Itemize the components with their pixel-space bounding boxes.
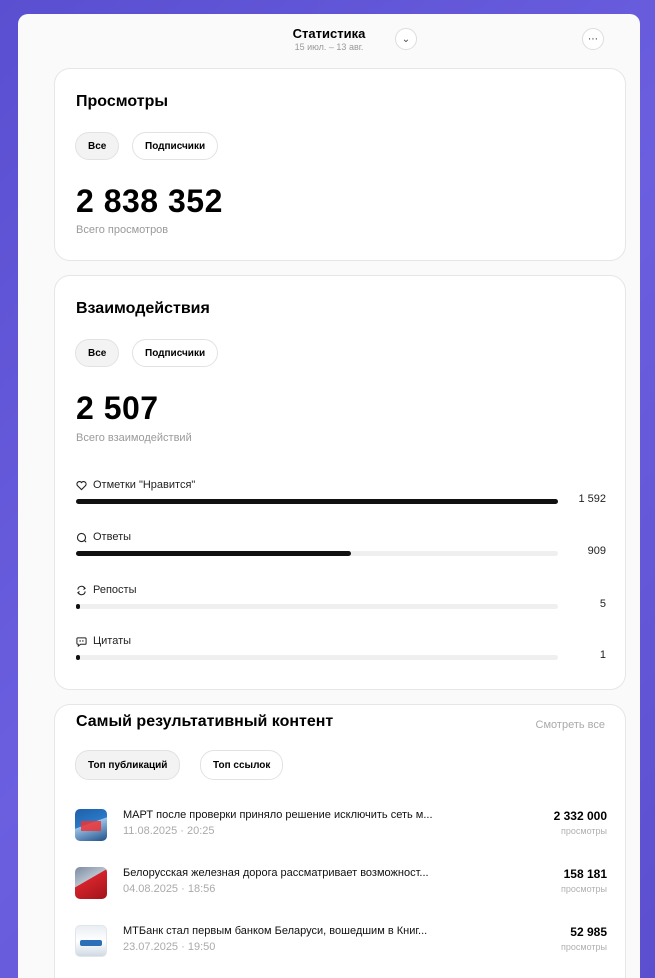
metric-value: 909	[587, 545, 606, 557]
interactions-caption: Всего взаимодействий	[76, 432, 192, 444]
post-count: 158 181	[563, 867, 607, 881]
metric-label: Отметки "Нравится"	[93, 479, 196, 491]
header: Статистика 15 июл. – 13 авг. ⌄ ⋯	[18, 14, 640, 66]
metric-track	[76, 655, 558, 660]
interactions-filter-subscribers[interactable]: Подписчики	[132, 339, 219, 367]
interactions-total: 2 507	[76, 390, 159, 426]
metric-track	[76, 604, 558, 609]
metric-track	[76, 551, 558, 556]
views-filter-all[interactable]: Все	[75, 132, 120, 160]
repost-icon	[77, 585, 86, 595]
post-count: 52 985	[570, 925, 607, 939]
post-title: МТБанк стал первым банком Беларуси, воше…	[123, 925, 428, 937]
top-content-title: Самый результативный контент	[76, 713, 334, 730]
interactions-filter-all[interactable]: Все	[75, 339, 120, 367]
more-options-button[interactable]: ⋯	[582, 28, 604, 50]
post-thumbnail	[75, 925, 107, 957]
metric-value: 1	[599, 649, 606, 661]
quote-icon	[76, 636, 87, 647]
metric-fill	[76, 551, 352, 556]
metric-fill	[76, 655, 80, 660]
metric-reposts: Репосты 5	[76, 584, 606, 610]
page-title: Статистика	[292, 26, 366, 41]
heart-icon	[76, 480, 87, 490]
metric-value: 5	[599, 598, 606, 610]
post-unit: просмотры	[561, 942, 607, 952]
metric-label: Цитаты	[93, 635, 132, 647]
metric-value: 1 592	[578, 493, 606, 505]
interactions-card: Взаимодействия Все Подписчики 2 507 Всег…	[54, 275, 626, 690]
list-item[interactable]: Белорусская железная дорога рассматривае…	[75, 863, 607, 903]
post-thumbnail	[75, 809, 107, 841]
views-title: Просмотры	[76, 93, 169, 110]
metric-label: Репосты	[93, 584, 137, 596]
date-range: 15 июл. – 13 авг.	[294, 42, 364, 52]
post-title: Белорусская железная дорога рассматривае…	[123, 867, 429, 879]
list-item[interactable]: МТБанк стал первым банком Беларуси, воше…	[75, 921, 607, 961]
title-wrap: Статистика 15 июл. – 13 авг.	[18, 26, 640, 53]
metric-fill	[76, 604, 80, 609]
metric-fill	[76, 499, 558, 504]
tab-top-links[interactable]: Топ ссылок	[200, 750, 284, 780]
metric-track	[76, 499, 558, 504]
top-content-card: Самый результативный контент Смотреть вс…	[54, 704, 626, 978]
post-date: 04.08.2025 · 18:56	[123, 883, 216, 895]
metric-label: Ответы	[93, 531, 132, 543]
views-card: Просмотры Все Подписчики 2 838 352 Всего…	[54, 68, 626, 261]
views-caption: Всего просмотров	[76, 224, 169, 236]
metric-replies: Ответы 909	[76, 531, 606, 557]
views-total: 2 838 352	[76, 183, 223, 219]
post-count: 2 332 000	[553, 809, 607, 823]
metric-quotes: Цитаты 1	[76, 635, 606, 661]
views-filter-subscribers[interactable]: Подписчики	[132, 132, 219, 160]
list-item[interactable]: МАРТ после проверки приняло решение искл…	[75, 805, 607, 845]
post-title: МАРТ после проверки приняло решение искл…	[123, 809, 433, 821]
metric-likes: Отметки "Нравится" 1 592	[76, 479, 606, 505]
comment-icon	[76, 532, 87, 542]
date-range-dropdown-button[interactable]: ⌄	[395, 28, 417, 50]
interactions-title: Взаимодействия	[76, 300, 210, 317]
see-all-link[interactable]: Смотреть все	[536, 719, 605, 731]
post-date: 11.08.2025 · 20:25	[123, 825, 215, 837]
more-icon: ⋯	[588, 33, 598, 45]
post-unit: просмотры	[561, 826, 607, 836]
chevron-down-icon: ⌄	[401, 33, 411, 45]
tab-top-posts[interactable]: Топ публикаций	[75, 750, 181, 780]
post-unit: просмотры	[561, 884, 607, 894]
post-thumbnail	[75, 867, 107, 899]
post-date: 23.07.2025 · 19:50	[123, 941, 216, 953]
